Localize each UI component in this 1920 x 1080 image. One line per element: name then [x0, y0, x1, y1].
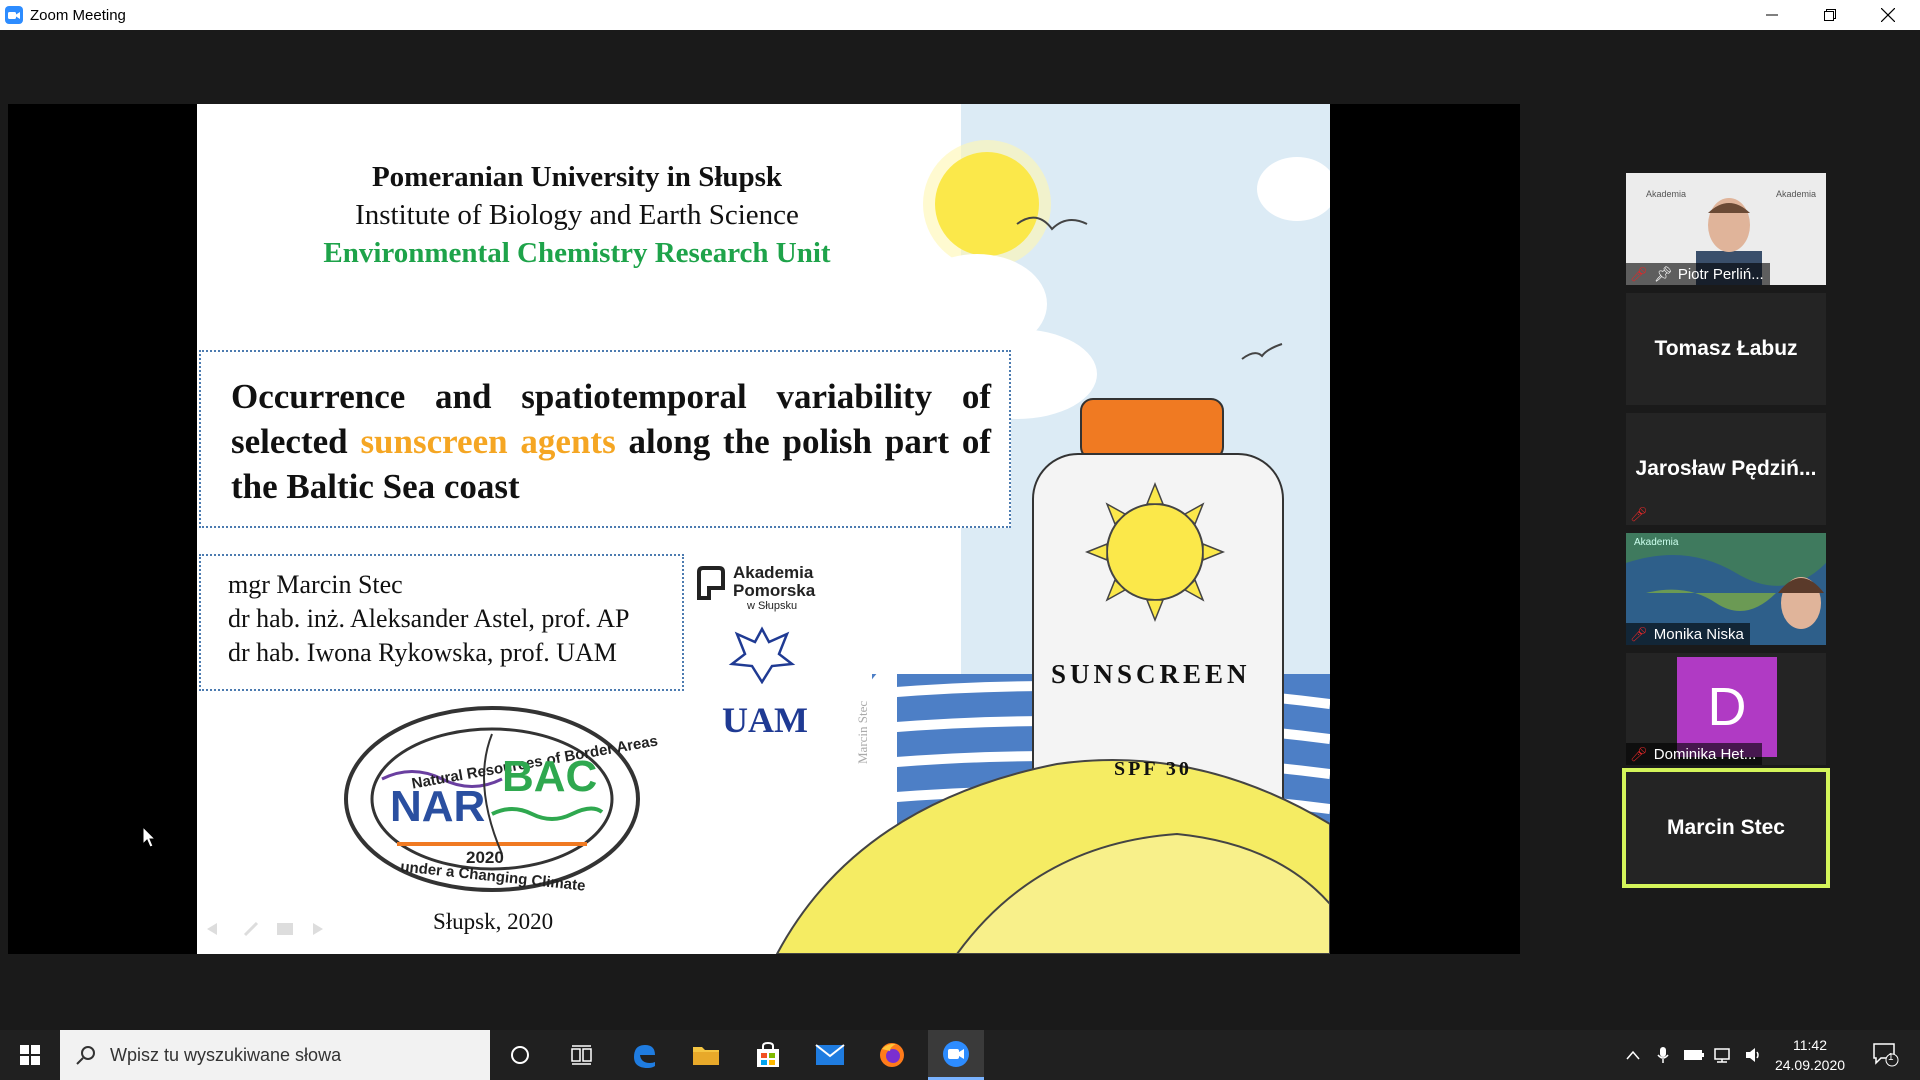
slide-city-year: Słupsk, 2020 [433, 909, 554, 934]
cortana-button[interactable] [494, 1030, 546, 1080]
action-center-button[interactable]: 1 [1862, 1030, 1910, 1080]
firefox-icon [880, 1043, 904, 1067]
pin-icon: 📌︎ [1653, 266, 1673, 283]
shared-screen: Pomeranian University in Słupsk Institut… [8, 104, 1520, 954]
restore-button[interactable] [1801, 0, 1859, 30]
folder-icon [693, 1047, 719, 1065]
uam-logo-text: UAM [722, 700, 808, 740]
participant-tile-2[interactable]: Tomasz Łabuz [1626, 293, 1826, 405]
minimize-icon [1766, 14, 1778, 16]
task-view-icon [571, 1045, 592, 1065]
restore-icon [1824, 9, 1836, 21]
microsoft-store-button[interactable] [742, 1030, 794, 1080]
presentation-title: Occurrence and spatiotemporal variabilit… [231, 374, 991, 509]
slide-watermark: Marcin Stec [855, 700, 870, 764]
participant-name-4: Monika Niska [1653, 625, 1744, 643]
author-3: dr hab. Iwona Rykowska, prof. UAM [228, 638, 617, 667]
microphone-icon [1657, 1047, 1669, 1063]
search-placeholder: Wpisz tu wyszukiwane słowa [110, 1044, 342, 1065]
file-explorer-button[interactable] [680, 1030, 732, 1080]
notifications-icon [1873, 1043, 1899, 1067]
taskbar-clock[interactable]: 11:42 24.09.2020 [1774, 1030, 1846, 1080]
presentation-slide: Pomeranian University in Słupsk Institut… [197, 104, 1330, 954]
narbac-bac: BAC [502, 752, 598, 801]
edge-icon [634, 1045, 655, 1068]
slideshow-nav-icons[interactable] [203, 919, 333, 939]
window-title: Zoom Meeting [30, 6, 126, 24]
store-bag-icon [757, 1042, 779, 1067]
svg-text:Akademia: Akademia [1776, 189, 1816, 199]
svg-text:Akademia: Akademia [1634, 537, 1679, 548]
muted-mic-icon: 🎤︎ [1630, 745, 1648, 762]
participant-tile-5[interactable]: D 🎤︎ Dominika Het... [1626, 653, 1826, 765]
participant-name-1: Piotr Perliń... [1677, 265, 1764, 283]
logo-ap-line3: w Słupsku [747, 600, 798, 612]
author-2: dr hab. inż. Aleksander Astel, prof. AP [228, 604, 630, 633]
university-name: Pomeranian University in Słupsk [371, 161, 783, 193]
participant-name-5: Dominika Het... [1653, 745, 1757, 763]
clock-date: 24.09.2020 [1774, 1057, 1846, 1073]
research-unit-name: Environmental Chemistry Research Unit [323, 237, 831, 269]
participant-tile-1[interactable]: Akademia Akademia 🎤︎ 📌︎ Piotr Perliń... [1626, 173, 1826, 285]
bottle-label: SUNSCREEN [1051, 659, 1251, 689]
bottle-spf: SPF 30 [1114, 758, 1192, 780]
zoom-taskbar-button[interactable] [928, 1030, 984, 1080]
participant-avatar-5: D [1677, 657, 1777, 757]
participant-tile-3[interactable]: Jarosław Pędziń... 🎤︎ [1626, 413, 1826, 525]
authors-box: mgr Marcin Stec dr hab. inż. Aleksander … [199, 554, 684, 691]
close-icon [1881, 8, 1895, 22]
participant-tile-4[interactable]: Akademia 🎤︎ Monika Niska [1626, 533, 1826, 645]
firefox-button[interactable] [866, 1030, 918, 1080]
show-hidden-icons-button[interactable] [1620, 1030, 1646, 1080]
microphone-tray-button[interactable] [1650, 1030, 1676, 1080]
minimize-button[interactable] [1743, 0, 1801, 30]
mouse-cursor-icon [142, 826, 156, 848]
participant-label-1: 🎤︎ 📌︎ Piotr Perliń... [1626, 263, 1770, 285]
start-button[interactable] [0, 1030, 60, 1080]
muted-mic-icon: 🎤︎ [1630, 625, 1648, 642]
speaker-volume-icon [1746, 1048, 1759, 1062]
mail-icon [815, 1044, 845, 1065]
logo-ap-line2: Pomorska [733, 581, 816, 600]
author-1: mgr Marcin Stec [228, 570, 403, 599]
akademia-pomorska-logo: Akademia Pomorska w Słupsku [695, 562, 825, 618]
clock-time: 11:42 [1793, 1037, 1827, 1053]
zoom-app-icon [5, 6, 23, 24]
close-button[interactable] [1859, 0, 1917, 30]
taskbar-search-box[interactable]: Wpisz tu wyszukiwane słowa [60, 1030, 490, 1080]
notification-count: 1 [1888, 1052, 1894, 1063]
participant-name-6: Marcin Stec [1667, 816, 1785, 839]
muted-mic-icon: 🎤︎ [1630, 505, 1648, 522]
cortana-circle-icon [511, 1046, 529, 1064]
battery-tray-button[interactable] [1680, 1030, 1708, 1080]
institute-name: Institute of Biology and Earth Science [355, 199, 799, 231]
muted-mic-icon: 🎤︎ [1630, 265, 1648, 282]
participant-label-4: 🎤︎ Monika Niska [1626, 623, 1750, 645]
participant-label-5: 🎤︎ Dominika Het... [1626, 743, 1763, 765]
chevron-up-icon [1626, 1050, 1640, 1060]
network-tray-button[interactable] [1710, 1030, 1738, 1080]
presentation-title-box: Occurrence and spatiotemporal variabilit… [199, 350, 1011, 528]
search-icon [76, 1046, 95, 1065]
network-icon [1714, 1048, 1730, 1063]
uam-eagle-emblem [728, 626, 796, 684]
volume-tray-button[interactable] [1740, 1030, 1768, 1080]
participant-tile-6-active-speaker[interactable]: Marcin Stec [1622, 768, 1830, 888]
edge-browser-button[interactable] [618, 1030, 670, 1080]
participant-label-3: 🎤︎ [1626, 503, 1660, 525]
window-titlebar: Zoom Meeting [0, 0, 1920, 30]
windows-logo-icon [20, 1045, 40, 1065]
svg-text:Akademia: Akademia [1646, 189, 1686, 199]
task-view-button[interactable] [556, 1030, 608, 1080]
participant-name-2: Tomasz Łabuz [1654, 337, 1798, 360]
title-highlight: sunscreen agents [360, 422, 616, 461]
narbac-nar: NAR [390, 782, 486, 831]
windows-taskbar: Wpisz tu wyszukiwane słowa 11:42 24.09.2… [0, 1030, 1920, 1080]
zoom-camera-icon [943, 1040, 969, 1067]
mail-button[interactable] [804, 1030, 856, 1080]
logo-ap-line1: Akademia [733, 563, 814, 582]
battery-icon [1684, 1050, 1704, 1060]
